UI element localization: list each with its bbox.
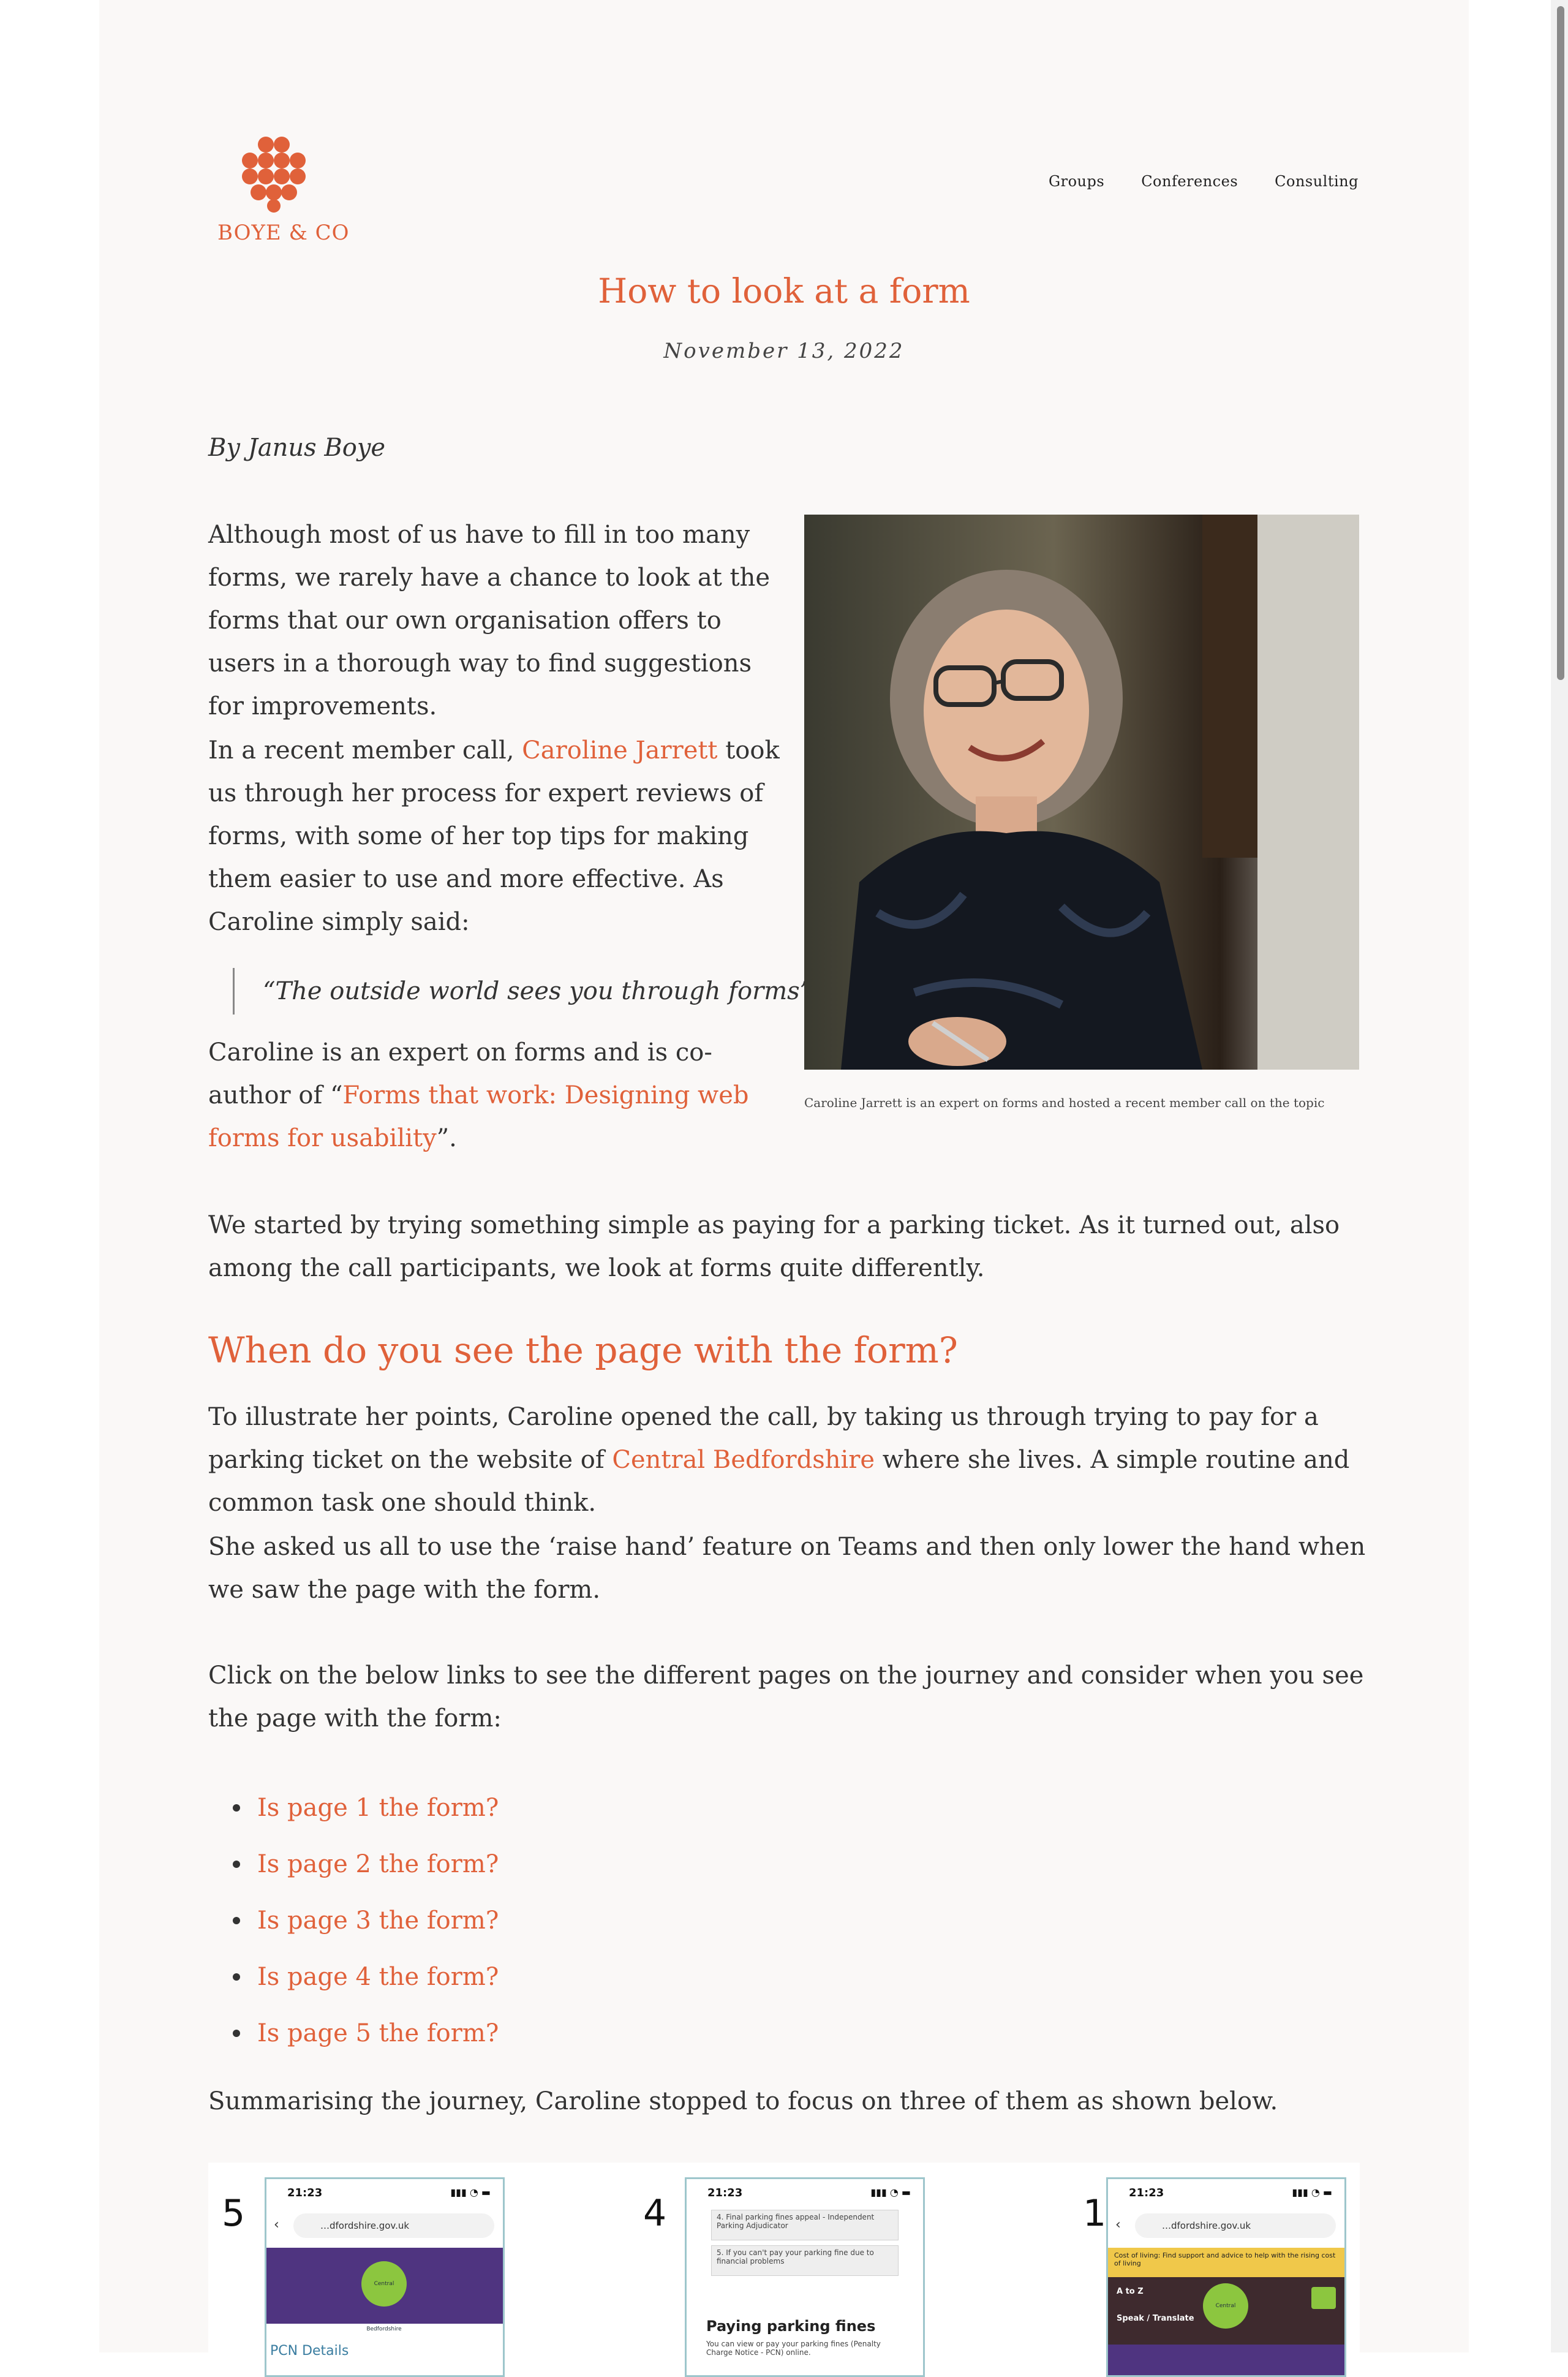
central-bedfordshire-link[interactable]: Central Bedfordshire bbox=[612, 1446, 875, 1474]
screen-number-1: 1 bbox=[1083, 2192, 1107, 2235]
url-bar: …dfordshire.gov.uk bbox=[293, 2213, 494, 2238]
paying-fines-text: You can view or pay your parking fines (… bbox=[706, 2340, 881, 2357]
boye-logo-icon bbox=[242, 137, 306, 213]
site-banner bbox=[1108, 2345, 1344, 2375]
p2-text-after: took us through her process for expert r… bbox=[208, 736, 780, 936]
council-logo: Central Bedfordshire bbox=[1203, 2283, 1248, 2354]
main-nav: Groups Conferences Consulting bbox=[1049, 173, 1359, 190]
list-item: Is page 3 the form? bbox=[208, 1892, 499, 1949]
parking-ticket-paragraph: We started by trying something simple as… bbox=[208, 1211, 1340, 1282]
list-item: Is page 4 the form? bbox=[208, 1949, 499, 2005]
status-time: 21:23 bbox=[707, 2186, 743, 2199]
list-item: Is page 2 the form? bbox=[208, 1836, 499, 1892]
search-icon bbox=[1311, 2287, 1336, 2309]
phone-screenshot-pcn-details: 21:23 ▮▮▮ ◔ ▬ ‹ …dfordshire.gov.uk Centr… bbox=[265, 2177, 505, 2377]
pcn-details-heading: PCN Details bbox=[270, 2343, 349, 2359]
signal-icon: ▮▮▮ ◔ ▬ bbox=[450, 2186, 491, 2198]
page-5-link[interactable]: Is page 5 the form? bbox=[257, 2019, 499, 2047]
list-item: Is page 5 the form? bbox=[208, 2005, 499, 2061]
url-bar: …dfordshire.gov.uk bbox=[1135, 2213, 1336, 2238]
cost-of-living-notice: Cost of living: Find support and advice … bbox=[1108, 2248, 1344, 2277]
journey-screenshots: 5 21:23 ▮▮▮ ◔ ▬ ‹ …dfordshire.gov.uk Cen… bbox=[208, 2163, 1360, 2377]
summary-paragraph: Summarising the journey, Caroline stoppe… bbox=[208, 2087, 1278, 2115]
page-4-link[interactable]: Is page 4 the form? bbox=[257, 1963, 499, 1991]
logo-text: BOYE & CO bbox=[217, 221, 350, 245]
illustrate-paragraph: To illustrate her points, Caroline opene… bbox=[208, 1396, 1366, 1524]
list-item: Is page 1 the form? bbox=[208, 1780, 499, 1836]
p3-text-after: ”. bbox=[436, 1124, 457, 1152]
signal-icon: ▮▮▮ ◔ ▬ bbox=[1292, 2186, 1332, 2198]
screen-number-5: 5 bbox=[222, 2192, 246, 2235]
click-links-paragraph: Click on the below links to see the diff… bbox=[208, 1661, 1364, 1733]
phone-screenshot-paying-fines: 21:23 ▮▮▮ ◔ ▬ 4. Final parking fines app… bbox=[685, 2177, 925, 2377]
member-call-paragraph: In a recent member call, Caroline Jarret… bbox=[208, 729, 781, 943]
byline: By Janus Boye bbox=[208, 434, 386, 462]
page-links-list: Is page 1 the form? Is page 2 the form? … bbox=[208, 1780, 499, 2061]
nav-consulting[interactable]: Consulting bbox=[1275, 173, 1359, 190]
p2-text-before: In a recent member call, bbox=[208, 736, 522, 765]
scrollbar-thumb[interactable] bbox=[1557, 6, 1564, 680]
a-to-z-link: A to Z bbox=[1117, 2287, 1144, 2296]
paying-fines-heading: Paying parking fines bbox=[706, 2318, 876, 2335]
intro-paragraph: Although most of us have to fill in too … bbox=[208, 521, 771, 720]
post-date: November 13, 2022 bbox=[663, 339, 905, 363]
post-title: How to look at a form bbox=[598, 271, 970, 311]
nav-conferences[interactable]: Conferences bbox=[1141, 173, 1238, 190]
appeal-list-item: 4. Final parking fines appeal - Independ… bbox=[711, 2210, 899, 2240]
status-time: 21:23 bbox=[1129, 2186, 1164, 2199]
nav-groups[interactable]: Groups bbox=[1049, 173, 1104, 190]
logo[interactable]: BOYE & CO bbox=[217, 136, 350, 245]
phone-screenshot-homepage: 21:23 ▮▮▮ ◔ ▬ ‹ …dfordshire.gov.uk Cost … bbox=[1106, 2177, 1346, 2377]
financial-problems-list-item: 5. If you can't pay your parking fine du… bbox=[711, 2245, 899, 2276]
back-icon: ‹ bbox=[274, 2217, 279, 2232]
screen-number-4: 4 bbox=[643, 2192, 667, 2235]
speak-translate-link: Speak / Translate bbox=[1117, 2314, 1194, 2323]
page-3-link[interactable]: Is page 3 the form? bbox=[257, 1907, 499, 1935]
photo-caption: Caroline Jarrett is an expert on forms a… bbox=[804, 1095, 1325, 1110]
caroline-jarrett-link[interactable]: Caroline Jarrett bbox=[522, 736, 717, 765]
page-1-link[interactable]: Is page 1 the form? bbox=[257, 1794, 499, 1822]
portrait-image bbox=[804, 515, 1359, 1070]
back-icon: ‹ bbox=[1115, 2217, 1121, 2232]
coauthor-paragraph: Caroline is an expert on forms and is co… bbox=[208, 1031, 781, 1160]
status-time: 21:23 bbox=[287, 2186, 323, 2199]
pull-quote: “The outside world sees you through form… bbox=[233, 968, 812, 1015]
council-logo: Central Bedfordshire bbox=[361, 2261, 407, 2332]
signal-icon: ▮▮▮ ◔ ▬ bbox=[870, 2186, 911, 2198]
section-heading: When do you see the page with the form? bbox=[208, 1329, 958, 1371]
caroline-jarrett-photo bbox=[804, 515, 1359, 1070]
page-2-link[interactable]: Is page 2 the form? bbox=[257, 1850, 499, 1878]
raise-hand-paragraph: She asked us all to use the ‘raise hand’… bbox=[208, 1533, 1366, 1604]
scrollbar[interactable] bbox=[1551, 0, 1568, 2352]
